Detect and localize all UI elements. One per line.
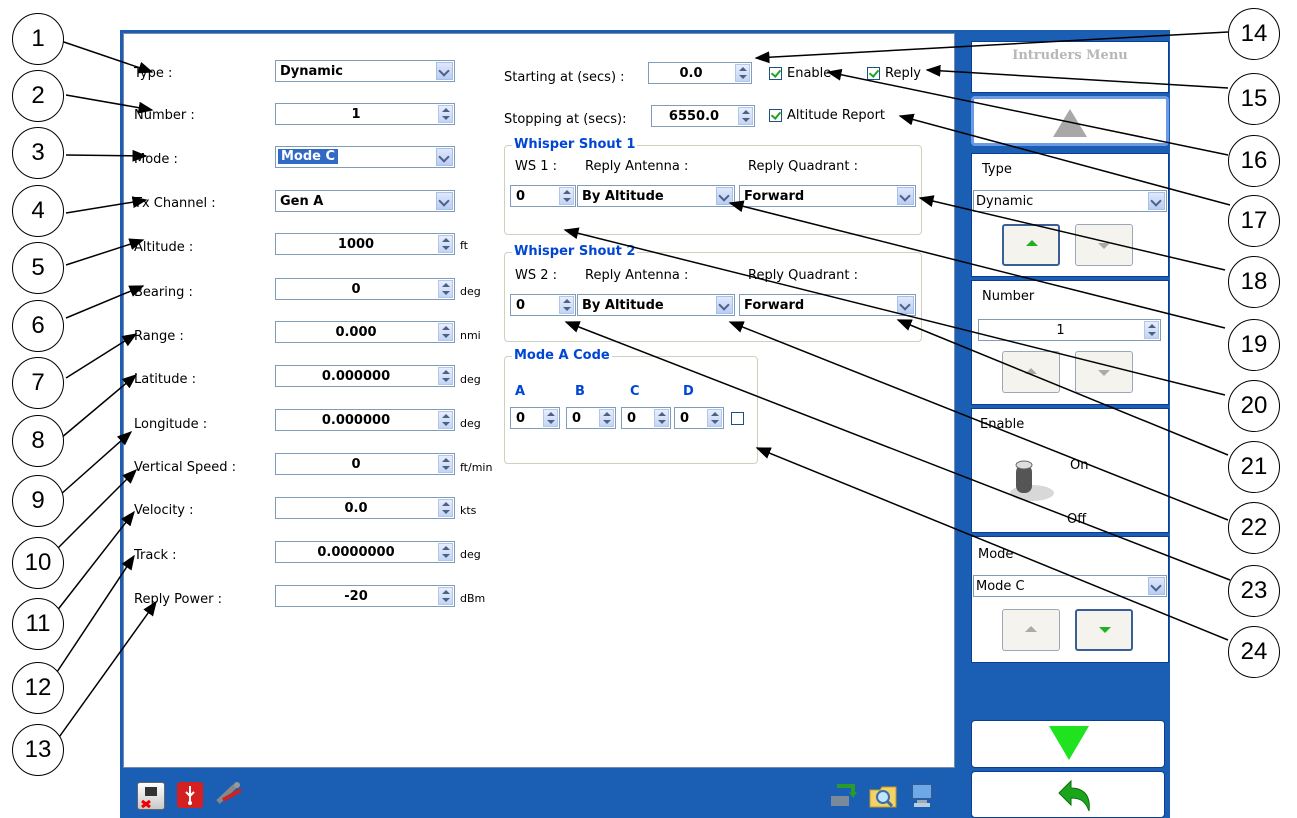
- callout-24: 24: [1228, 626, 1280, 678]
- callout-22: 22: [1228, 502, 1280, 554]
- arrow-10: [55, 468, 138, 551]
- arrow-11: [55, 510, 135, 613]
- arrow-4: [65, 196, 148, 214]
- callout-16: 16: [1228, 135, 1280, 187]
- arrow-2: [65, 94, 154, 114]
- arrow-14: [754, 31, 1229, 64]
- arrow-13: [56, 600, 157, 741]
- callout-10: 10: [12, 537, 64, 589]
- callout-1: 1: [12, 13, 64, 65]
- callout-12: 12: [12, 662, 64, 714]
- callout-17: 17: [1228, 195, 1280, 247]
- callout-2: 2: [12, 70, 64, 122]
- callout-14: 14: [1228, 8, 1280, 60]
- callout-6: 6: [12, 300, 64, 352]
- arrow-3: [65, 149, 148, 162]
- arrow-7: [65, 333, 138, 379]
- arrow-5: [65, 238, 145, 266]
- callout-3: 3: [12, 127, 64, 179]
- callout-18: 18: [1228, 256, 1280, 308]
- callout-15: 15: [1228, 73, 1280, 125]
- arrow-17: [898, 113, 1231, 206]
- callout-9: 9: [12, 475, 64, 527]
- callout-23: 23: [1228, 565, 1280, 617]
- arrow-12: [54, 554, 135, 676]
- arrow-20: [563, 227, 1226, 396]
- arrow-8: [60, 374, 138, 439]
- callout-13: 13: [12, 724, 64, 776]
- arrow-6: [65, 285, 145, 319]
- callout-7: 7: [12, 357, 64, 409]
- arrow-15: [925, 64, 1229, 89]
- callout-arrows: [54, 31, 1231, 741]
- callout-5: 5: [12, 242, 64, 294]
- callout-8: 8: [12, 415, 64, 467]
- arrow-21: [896, 319, 1229, 456]
- arrow-19: [728, 200, 1226, 329]
- callout-21: 21: [1228, 441, 1280, 493]
- arrow-18: [918, 195, 1226, 271]
- arrow-24: [755, 447, 1229, 641]
- arrow-23: [564, 321, 1231, 581]
- callout-4: 4: [12, 185, 64, 237]
- arrow-22: [728, 321, 1229, 521]
- callout-20: 20: [1228, 380, 1280, 432]
- callout-11: 11: [12, 598, 64, 650]
- arrow-1: [57, 39, 154, 74]
- callout-19: 19: [1228, 319, 1280, 371]
